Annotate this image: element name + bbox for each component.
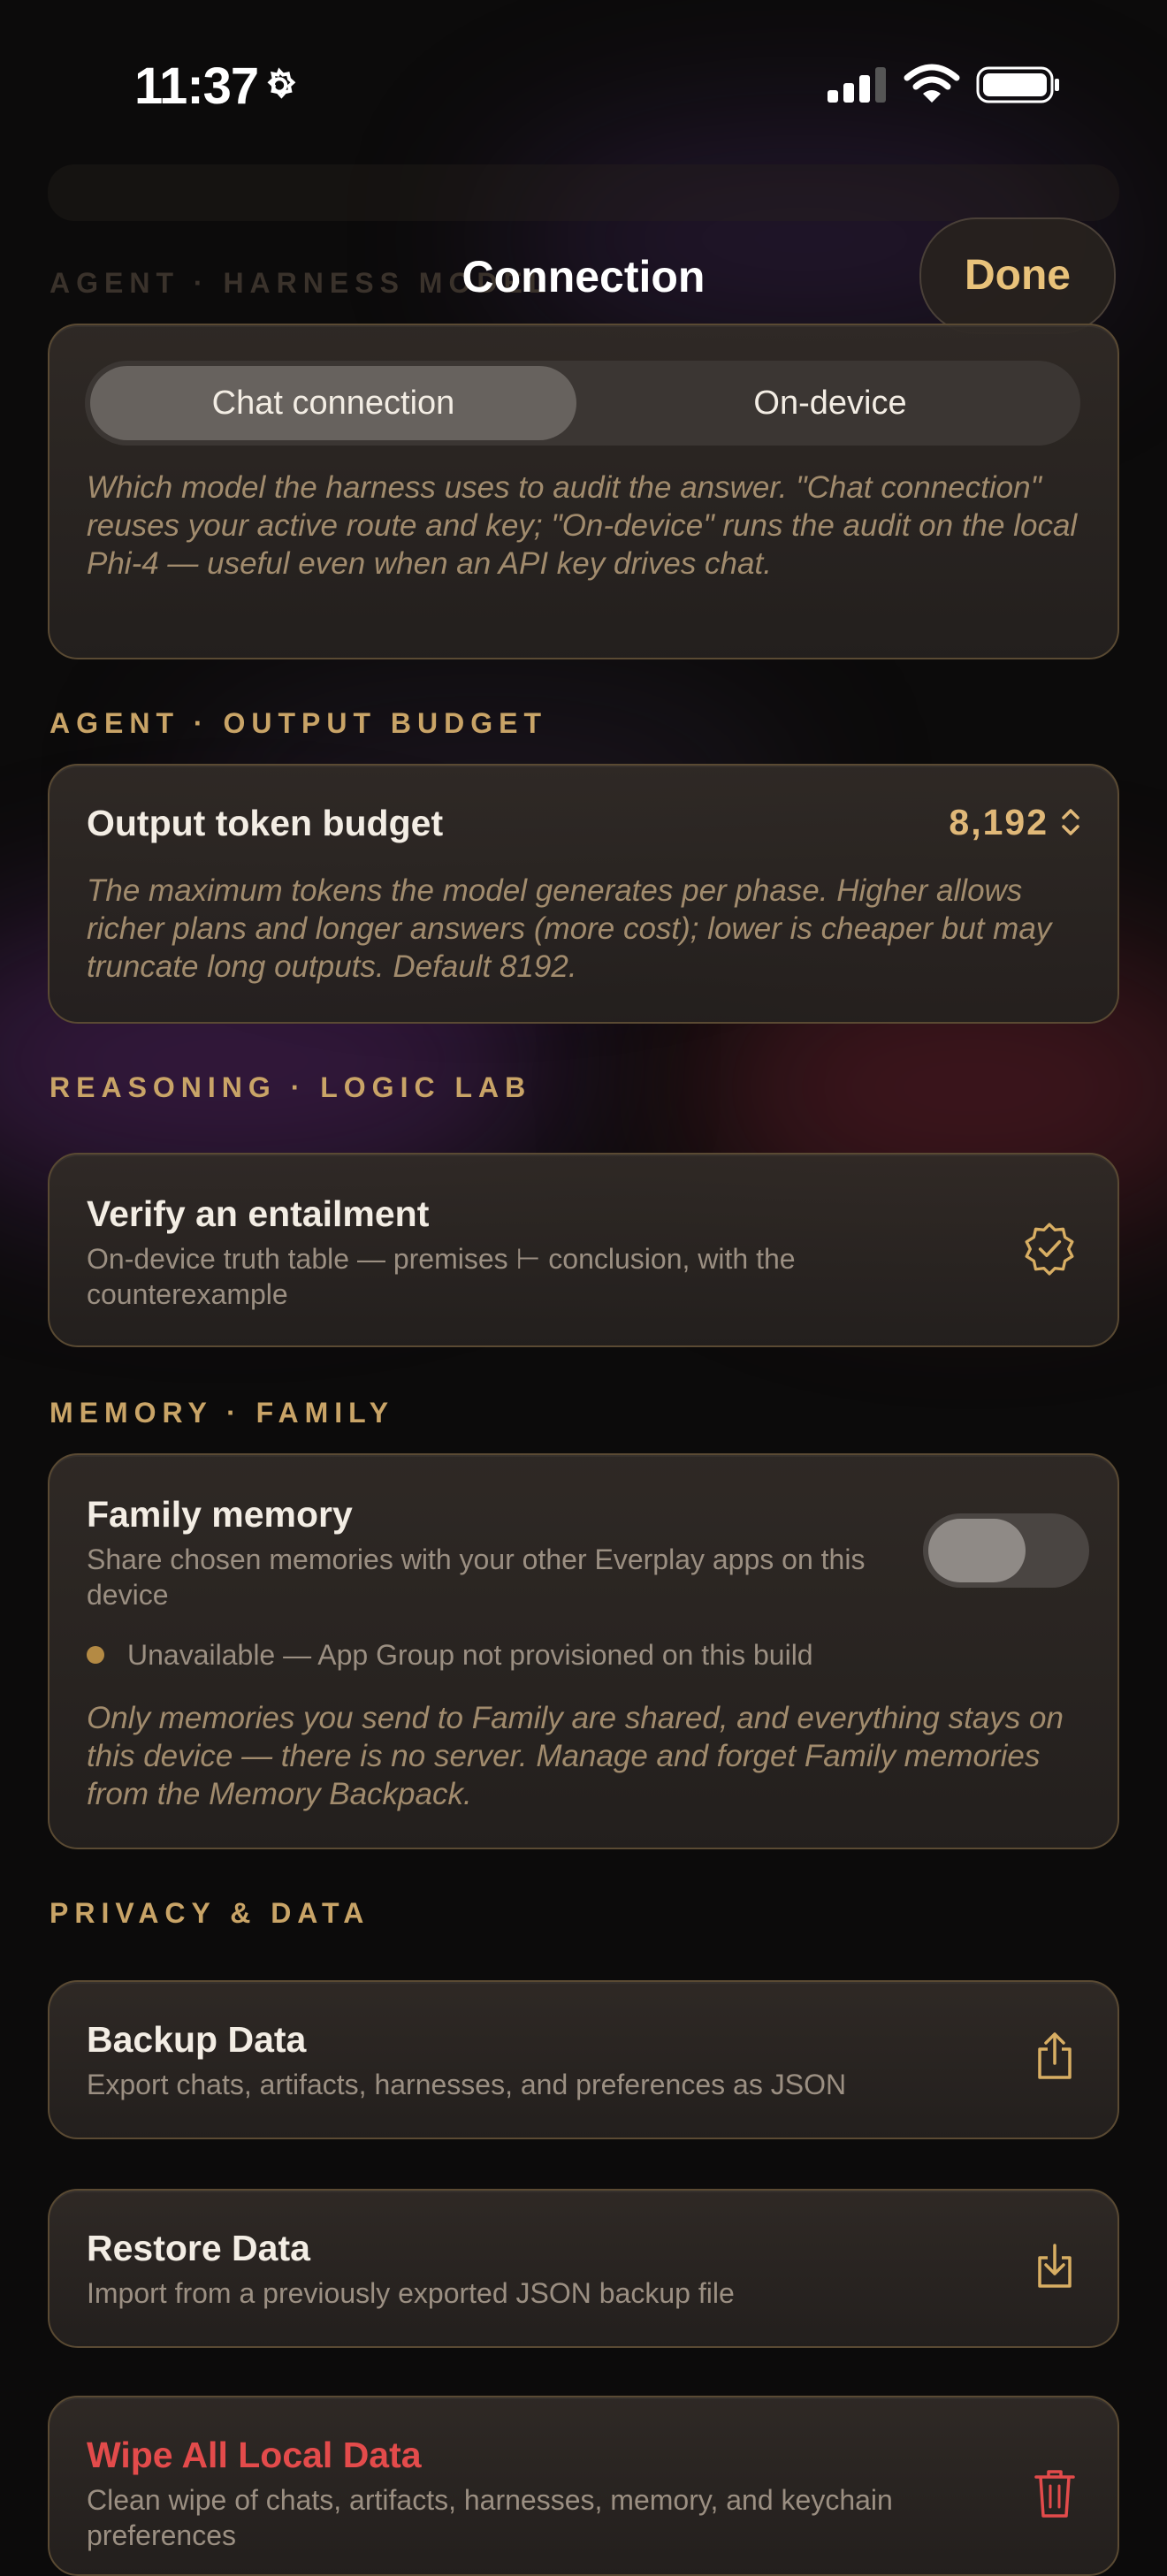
family-memory-title: Family memory: [87, 1494, 353, 1535]
done-button[interactable]: Done: [919, 217, 1116, 334]
family-memory-status: Unavailable — App Group not provisioned …: [127, 1639, 813, 1671]
family-memory-subtitle: Share chosen memories with your other Ev…: [87, 1543, 866, 1611]
status-time: 11:37: [134, 57, 259, 115]
restore-data-title: Restore Data: [87, 2228, 310, 2268]
harness-segmented-control[interactable]: Chat connection On-device: [85, 361, 1080, 446]
output-budget-value: 8,192: [949, 801, 1049, 842]
share-icon: [1038, 2032, 1072, 2079]
battery-icon: [976, 66, 1059, 103]
status-bar: 11:37: [0, 0, 1167, 168]
harness-model-card: Chat connection On-device Which model th…: [48, 324, 1119, 659]
verify-entailment-subtitle: On-device truth table — premises ⊢ concl…: [87, 1243, 796, 1310]
wipe-data-subtitle: Clean wipe of chats, artifacts, harnesse…: [87, 2484, 893, 2551]
backup-data-subtitle: Export chats, artifacts, harnesses, and …: [87, 2069, 847, 2100]
family-memory-toggle[interactable]: [923, 1513, 1089, 1588]
section-label-logic-lab: REASONING · LOGIC LAB: [50, 1071, 532, 1103]
harness-description: Which model the harness uses to audit th…: [87, 470, 1078, 581]
output-budget-title: Output token budget: [87, 803, 444, 843]
wipe-data-title: Wipe All Local Data: [87, 2435, 422, 2475]
segment-on-device[interactable]: On-device: [585, 366, 1075, 440]
navigation-bar: Connection Done: [0, 212, 1167, 336]
verify-entailment-title: Verify an entailment: [87, 1193, 430, 1234]
chevron-up-down-icon: [1062, 809, 1079, 835]
output-budget-description: The maximum tokens the model generates p…: [87, 873, 1052, 984]
segment-chat-connection[interactable]: Chat connection: [90, 366, 576, 440]
output-budget-card: Output token budget 8,192 The maximum to…: [48, 764, 1119, 1024]
wipe-data-row[interactable]: Wipe All Local Data Clean wipe of chats,…: [48, 2396, 1119, 2576]
family-memory-note: Only memories you send to Family are sha…: [87, 1701, 1064, 1811]
cellular-signal-icon: [828, 67, 886, 103]
section-label-output-budget: AGENT · OUTPUT BUDGET: [50, 707, 547, 739]
trash-icon: [1034, 2470, 1075, 2518]
backup-data-row[interactable]: Backup Data Export chats, artifacts, har…: [48, 1980, 1119, 2139]
section-label-family: MEMORY · FAMILY: [50, 1397, 395, 1429]
family-memory-card: Family memory Share chosen memories with…: [48, 1453, 1119, 1849]
gear-icon: [267, 67, 296, 99]
backup-data-title: Backup Data: [87, 2019, 307, 2060]
restore-data-row[interactable]: Restore Data Import from a previously ex…: [48, 2189, 1119, 2348]
download-icon: [1038, 2244, 1072, 2288]
output-budget-stepper[interactable]: 8,192: [949, 799, 1082, 845]
status-dot-icon: [87, 1646, 104, 1664]
checkmark-seal-icon: [1025, 1223, 1074, 1276]
section-label-privacy: PRIVACY & DATA: [50, 1897, 370, 1929]
verify-entailment-row[interactable]: Verify an entailment On-device truth tab…: [48, 1153, 1119, 1347]
wifi-icon: [904, 64, 960, 103]
restore-data-subtitle: Import from a previously exported JSON b…: [87, 2277, 735, 2309]
